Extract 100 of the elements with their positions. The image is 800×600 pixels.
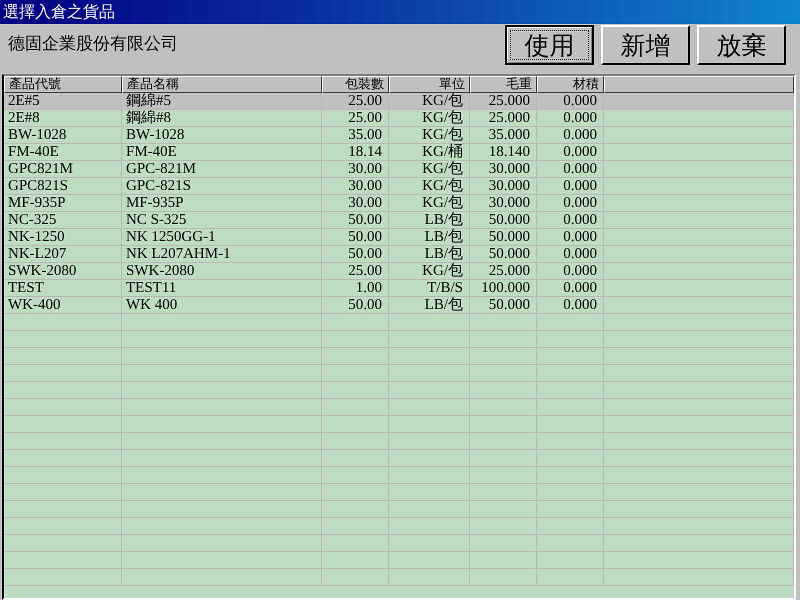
table-cell: LB/包 bbox=[389, 229, 470, 246]
table-row[interactable]: NK-1250 NK 1250GG-1 50.00 LB/包 50.000 0.000 bbox=[4, 229, 794, 246]
empty-cell bbox=[322, 569, 389, 586]
table-cell: NK 1250GG-1 bbox=[122, 229, 322, 246]
empty-cell bbox=[322, 416, 389, 433]
table-cell: 0.000 bbox=[537, 161, 604, 178]
table-row[interactable]: 2E#5 鋼綿#5 25.00 KG/包 25.000 0.000 bbox=[4, 93, 794, 110]
table-cell: NK L207AHM-1 bbox=[122, 246, 322, 263]
table-cell: WK 400 bbox=[122, 297, 322, 314]
table-cell: GPC-821M bbox=[122, 161, 322, 178]
table-cell: 0.000 bbox=[537, 246, 604, 263]
table-cell: 0.000 bbox=[537, 144, 604, 161]
table-cell: KG/桶 bbox=[389, 144, 470, 161]
table-cell: KG/包 bbox=[389, 178, 470, 195]
empty-cell bbox=[322, 467, 389, 484]
table-row[interactable]: GPC821S GPC-821S 30.00 KG/包 30.000 0.000 bbox=[4, 178, 794, 195]
empty-cell bbox=[322, 399, 389, 416]
table-cell: 25.000 bbox=[470, 93, 537, 110]
empty-cell bbox=[470, 484, 537, 501]
table-cell: 0.000 bbox=[537, 297, 604, 314]
table-row[interactable]: 2E#8 鋼綿#8 25.00 KG/包 25.000 0.000 bbox=[4, 110, 794, 127]
table-cell: 2E#5 bbox=[4, 93, 122, 110]
empty-cell bbox=[470, 569, 537, 586]
empty-cell bbox=[537, 416, 604, 433]
table-row[interactable]: MF-935P MF-935P 30.00 KG/包 30.000 0.000 bbox=[4, 195, 794, 212]
empty-cell bbox=[322, 450, 389, 467]
action-button[interactable]: 使用 bbox=[505, 25, 594, 65]
empty-cell bbox=[470, 501, 537, 518]
empty-cell bbox=[537, 348, 604, 365]
empty-cell bbox=[322, 314, 389, 331]
table-cell: 0.000 bbox=[537, 229, 604, 246]
table-cell: 0.000 bbox=[537, 110, 604, 127]
table-cell: NC-325 bbox=[4, 212, 122, 229]
column-header[interactable]: 毛重 bbox=[470, 76, 537, 93]
empty-cell bbox=[537, 501, 604, 518]
action-button[interactable]: 新增 bbox=[601, 25, 690, 65]
table-cell: 35.000 bbox=[470, 127, 537, 144]
table-cell: 30.000 bbox=[470, 178, 537, 195]
empty-cell bbox=[537, 399, 604, 416]
table-cell: 50.000 bbox=[470, 246, 537, 263]
empty-cell bbox=[537, 569, 604, 586]
table-cell: 25.00 bbox=[322, 110, 389, 127]
table-cell: 0.000 bbox=[537, 263, 604, 280]
empty-cell bbox=[470, 552, 537, 569]
empty-cell bbox=[322, 484, 389, 501]
table-cell: 0.000 bbox=[537, 178, 604, 195]
empty-cell bbox=[322, 501, 389, 518]
table-cell: 0.000 bbox=[537, 212, 604, 229]
empty-cell bbox=[537, 331, 604, 348]
empty-cell bbox=[322, 331, 389, 348]
table-cell: LB/包 bbox=[389, 246, 470, 263]
table-cell: GPC821S bbox=[4, 178, 122, 195]
empty-cell bbox=[470, 348, 537, 365]
empty-cell bbox=[470, 535, 537, 552]
table-cell: MF-935P bbox=[122, 195, 322, 212]
table-cell: FM-40E bbox=[4, 144, 122, 161]
table-cell: 18.140 bbox=[470, 144, 537, 161]
table-row[interactable]: GPC821M GPC-821M 30.00 KG/包 30.000 0.000 bbox=[4, 161, 794, 178]
empty-cell bbox=[470, 365, 537, 382]
empty-cell bbox=[322, 535, 389, 552]
table-cell: KG/包 bbox=[389, 195, 470, 212]
column-header[interactable]: 材積 bbox=[537, 76, 604, 93]
table-row[interactable]: NC-325 NC S-325 50.00 LB/包 50.000 0.000 bbox=[4, 212, 794, 229]
column-header[interactable]: 產品代號 bbox=[4, 76, 122, 93]
company-name: 德固企業股份有限公司 bbox=[8, 33, 178, 55]
empty-cell bbox=[470, 314, 537, 331]
table-cell: WK-400 bbox=[4, 297, 122, 314]
table-row[interactable]: SWK-2080 SWK-2080 25.00 KG/包 25.000 0.000 bbox=[4, 263, 794, 280]
empty-cell bbox=[537, 365, 604, 382]
table-cell: SWK-2080 bbox=[122, 263, 322, 280]
table-cell: 25.00 bbox=[322, 263, 389, 280]
table-cell: 50.000 bbox=[470, 212, 537, 229]
empty-cell bbox=[470, 450, 537, 467]
table-cell: LB/包 bbox=[389, 297, 470, 314]
empty-cell bbox=[537, 518, 604, 535]
table-cell: 30.000 bbox=[470, 195, 537, 212]
table-cell: KG/包 bbox=[389, 263, 470, 280]
table-cell: 25.000 bbox=[470, 110, 537, 127]
empty-cell bbox=[537, 382, 604, 399]
column-header[interactable]: 單位 bbox=[389, 76, 470, 93]
table-cell: LB/包 bbox=[389, 212, 470, 229]
table-row[interactable]: FM-40E FM-40E 18.14 KG/桶 18.140 0.000 bbox=[4, 144, 794, 161]
table-row[interactable]: WK-400 WK 400 50.00 LB/包 50.000 0.000 bbox=[4, 297, 794, 314]
table-row[interactable]: TEST TEST11 1.00 T/B/S 100.000 0.000 bbox=[4, 280, 794, 297]
table-cell: 0.000 bbox=[537, 127, 604, 144]
table-cell: 50.000 bbox=[470, 297, 537, 314]
table-cell: NK-L207 bbox=[4, 246, 122, 263]
table-row[interactable]: NK-L207 NK L207AHM-1 50.00 LB/包 50.000 0.000 bbox=[4, 246, 794, 263]
table-cell: MF-935P bbox=[4, 195, 122, 212]
empty-cell bbox=[470, 331, 537, 348]
empty-cell bbox=[322, 365, 389, 382]
window-title: 選擇入倉之貨品 bbox=[3, 2, 115, 22]
column-header[interactable]: 產品名稱 bbox=[122, 76, 322, 93]
column-header[interactable]: 包裝數 bbox=[322, 76, 389, 93]
table-row[interactable]: BW-1028 BW-1028 35.00 KG/包 35.000 0.000 bbox=[4, 127, 794, 144]
action-button[interactable]: 放棄 bbox=[697, 25, 786, 65]
table-cell: 50.00 bbox=[322, 246, 389, 263]
table-cell: 25.000 bbox=[470, 263, 537, 280]
table-cell: 2E#8 bbox=[4, 110, 122, 127]
table-cell: GPC821M bbox=[4, 161, 122, 178]
